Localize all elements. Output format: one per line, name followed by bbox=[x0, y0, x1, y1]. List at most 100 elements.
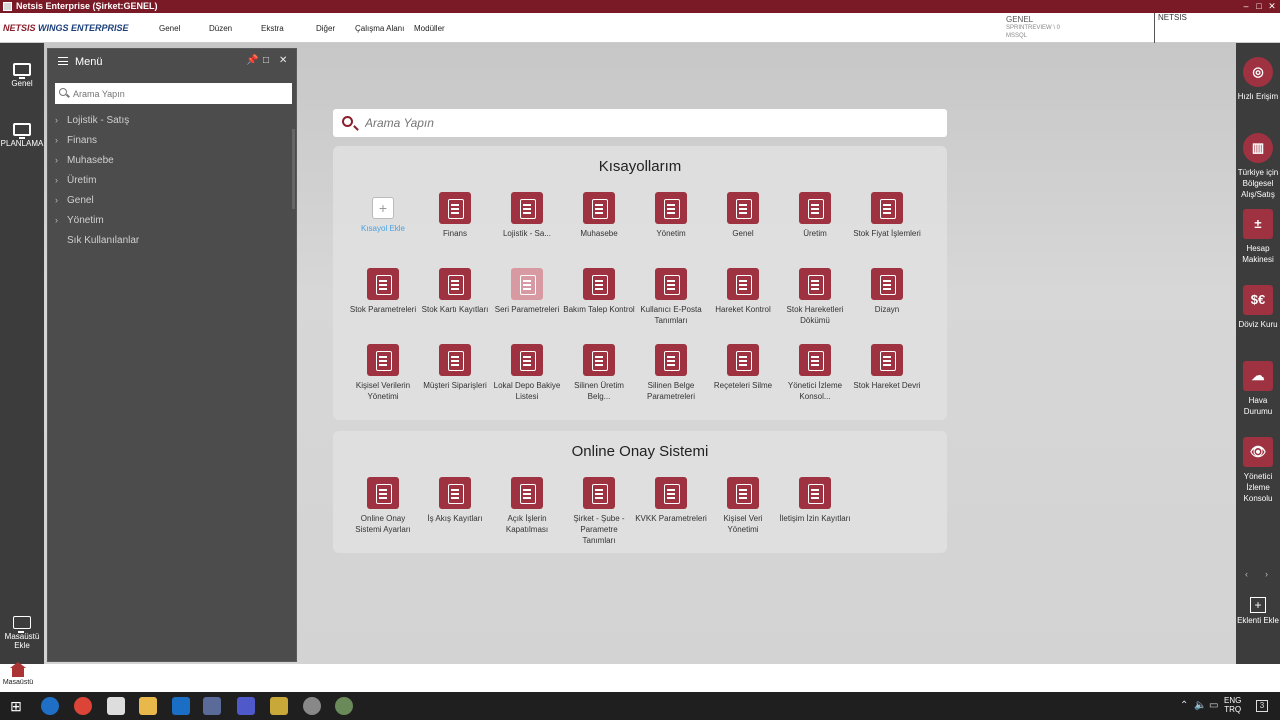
outlook-icon[interactable] bbox=[172, 697, 190, 715]
shortcut-item[interactable]: Silinen Üretim Belg... bbox=[563, 344, 635, 402]
shortcut-item[interactable]: Üretim bbox=[779, 192, 851, 239]
file-explorer-icon[interactable] bbox=[139, 697, 157, 715]
shortcut-item[interactable]: Müşteri Siparişleri bbox=[419, 344, 491, 391]
approval-item[interactable]: Şirket - Şube - Parametre Tanımları bbox=[563, 477, 635, 546]
menu-diger[interactable]: Diğer bbox=[316, 24, 335, 33]
shortcut-item[interactable]: Stok Parametreleri bbox=[347, 268, 419, 315]
shortcut-item[interactable]: Seri Parametreleri bbox=[491, 268, 563, 315]
menu-ekstra[interactable]: Ekstra bbox=[261, 24, 284, 33]
shortcut-item[interactable]: Stok Kartı Kayıtları bbox=[419, 268, 491, 315]
module-icon bbox=[367, 268, 399, 300]
quick-access-widget[interactable]: ◎ Hızlı Erişim bbox=[1236, 57, 1280, 102]
network-icon[interactable]: ▭ bbox=[1209, 700, 1218, 711]
approval-item[interactable]: Kişisel Veri Yönetimi bbox=[707, 477, 779, 535]
windows-start-icon[interactable]: ⊞ bbox=[7, 697, 25, 715]
menu-item-sik-kullanilanlar[interactable]: Sık Kullanılanlar bbox=[67, 235, 139, 246]
approval-item[interactable]: Açık İşlerin Kapatılması bbox=[491, 477, 563, 535]
shortcut-item[interactable]: Stok Fiyat İşlemleri bbox=[851, 192, 923, 239]
menu-scrollbar[interactable] bbox=[292, 129, 295, 209]
module-icon bbox=[439, 268, 471, 300]
prev-arrow-icon[interactable]: ‹ bbox=[1245, 569, 1248, 579]
shortcut-item[interactable]: Lokal Depo Bakiye Listesi bbox=[491, 344, 563, 402]
shortcut-label: Stok Kartı Kayıtları bbox=[421, 305, 489, 314]
rail-planlama-label: PLANLAMA bbox=[0, 139, 44, 148]
approval-item[interactable]: KVKK Parametreleri bbox=[635, 477, 707, 524]
home-desktop-tab[interactable]: Masaüstü bbox=[0, 662, 36, 686]
menu-item-uretim[interactable]: Üretim bbox=[67, 175, 96, 186]
menu-moduller[interactable]: Modüller bbox=[414, 24, 445, 33]
next-arrow-icon[interactable]: › bbox=[1265, 569, 1268, 579]
rail-planlama[interactable]: PLANLAMA bbox=[0, 123, 44, 148]
menu-item-genel[interactable]: Genel bbox=[67, 195, 94, 206]
pin-icon[interactable]: 📌 bbox=[246, 55, 258, 66]
add-desktop-button[interactable]: Masaüstü Ekle bbox=[0, 616, 44, 650]
app-icon[interactable] bbox=[270, 697, 288, 715]
notification-icon[interactable]: 3 bbox=[1256, 700, 1268, 712]
shortcut-item[interactable]: Hareket Kontrol bbox=[707, 268, 779, 315]
plus-icon bbox=[372, 197, 394, 219]
shortcut-item[interactable]: Dizayn bbox=[851, 268, 923, 315]
shortcut-item[interactable]: Genel bbox=[707, 192, 779, 239]
shortcut-item[interactable]: Reçeteleri Silme bbox=[707, 344, 779, 391]
menu-duzen[interactable]: Düzen bbox=[209, 24, 232, 33]
chevron-right-icon[interactable]: › bbox=[55, 195, 58, 205]
approval-item[interactable]: Online Onay Sistemi Ayarları bbox=[347, 477, 419, 535]
online-approval-title: Online Onay Sistemi bbox=[571, 443, 709, 460]
shortcut-item[interactable]: Yönetim bbox=[635, 192, 707, 239]
teams-icon[interactable] bbox=[237, 697, 255, 715]
shortcut-item[interactable]: Finans bbox=[419, 192, 491, 239]
calculator-widget[interactable]: ± Hesap Makinesi bbox=[1236, 209, 1280, 265]
approval-label: Açık İşlerin Kapatılması bbox=[505, 514, 549, 534]
store-icon[interactable] bbox=[107, 697, 125, 715]
hamburger-icon[interactable] bbox=[58, 57, 68, 65]
volume-icon[interactable]: 🔈 bbox=[1194, 700, 1206, 711]
admin-console-widget[interactable]: 👁 Yönetici İzleme Konsolu bbox=[1236, 437, 1280, 504]
close-panel-icon[interactable]: ✕ bbox=[279, 55, 287, 66]
module-icon bbox=[655, 344, 687, 376]
maximize-button[interactable]: □ bbox=[1253, 0, 1265, 13]
shortcut-item[interactable]: Bakım Talep Kontrol bbox=[563, 268, 635, 315]
maximize-panel-icon[interactable]: □ bbox=[263, 55, 269, 66]
main-search-input[interactable] bbox=[365, 114, 925, 132]
shortcut-label: Yönetim bbox=[656, 229, 686, 238]
menu-item-finans[interactable]: Finans bbox=[67, 135, 97, 146]
menu-item-muhasebe[interactable]: Muhasebe bbox=[67, 155, 114, 166]
cloud-icon: ☁ bbox=[1243, 361, 1273, 391]
approval-item[interactable]: İletişim İzin Kayıtları bbox=[779, 477, 851, 524]
chevron-up-icon[interactable]: ⌃ bbox=[1180, 700, 1188, 711]
chevron-right-icon[interactable]: › bbox=[55, 155, 58, 165]
chrome-icon[interactable] bbox=[74, 697, 92, 715]
chevron-right-icon[interactable]: › bbox=[55, 175, 58, 185]
shortcut-item[interactable]: Yönetici İzleme Konsol... bbox=[779, 344, 851, 402]
settings-icon[interactable] bbox=[303, 697, 321, 715]
close-button[interactable]: ✕ bbox=[1266, 0, 1278, 13]
chevron-right-icon[interactable]: › bbox=[55, 215, 58, 225]
menu-item-yonetim[interactable]: Yönetim bbox=[67, 215, 104, 226]
chevron-right-icon[interactable]: › bbox=[55, 115, 58, 125]
shortcut-item[interactable]: Kişisel Verilerin Yönetimi bbox=[347, 344, 419, 402]
chevron-right-icon[interactable]: › bbox=[55, 135, 58, 145]
menu-calisma-alani[interactable]: Çalışma Alanı bbox=[355, 24, 404, 33]
shortcut-item[interactable]: Silinen Belge Parametreleri bbox=[635, 344, 707, 402]
logo-app-icon[interactable] bbox=[203, 697, 221, 715]
language-indicator[interactable]: ENG TRQ bbox=[1224, 696, 1241, 714]
menu-search-input[interactable] bbox=[55, 83, 292, 104]
shortcut-item[interactable]: Stok Hareketleri Dökümü bbox=[779, 268, 851, 326]
approval-item[interactable]: İş Akış Kayıtları bbox=[419, 477, 491, 524]
rail-genel[interactable]: Genel bbox=[0, 63, 44, 88]
currency-widget[interactable]: $€ Döviz Kuru bbox=[1236, 285, 1280, 330]
minimize-button[interactable]: – bbox=[1240, 0, 1252, 13]
menu-item-lojistik[interactable]: Lojistik - Satış bbox=[67, 115, 129, 126]
shortcut-label: Silinen Üretim Belg... bbox=[574, 381, 624, 401]
shortcut-item[interactable]: Lojistik - Sa... bbox=[491, 192, 563, 239]
menu-genel[interactable]: Genel bbox=[159, 24, 180, 33]
app-icon[interactable] bbox=[335, 697, 353, 715]
edge-icon[interactable] bbox=[41, 697, 59, 715]
shortcut-item[interactable]: Kullanıcı E-Posta Tanımları bbox=[635, 268, 707, 326]
shortcut-item[interactable]: Muhasebe bbox=[563, 192, 635, 239]
add-shortcut-button[interactable]: Kısayol Ekle bbox=[347, 192, 419, 234]
regional-sales-widget[interactable]: ▥ Türkiye için Bölgesel Alış/Satış bbox=[1236, 133, 1280, 200]
weather-widget[interactable]: ☁ Hava Durumu bbox=[1236, 361, 1280, 417]
shortcut-item[interactable]: Stok Hareket Devri bbox=[851, 344, 923, 391]
add-widget-button[interactable]: + Eklenti Ekle bbox=[1236, 597, 1280, 625]
